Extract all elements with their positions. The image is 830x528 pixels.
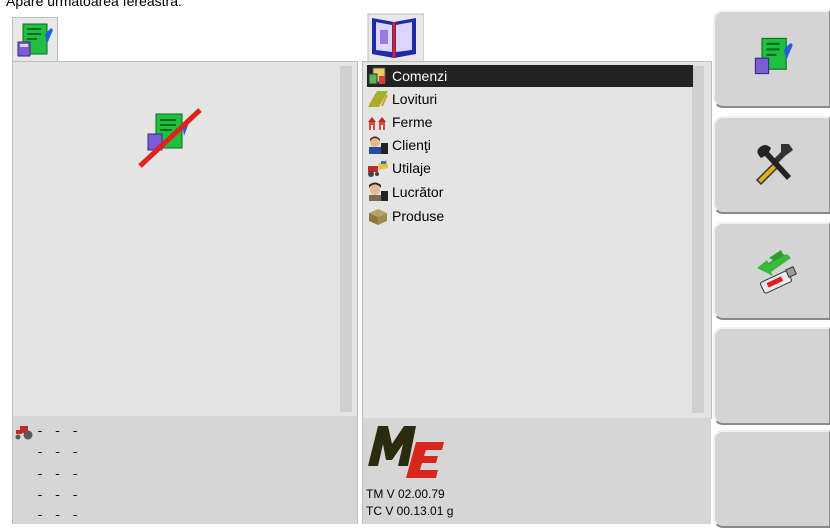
tm-version: TM V 02.00.79: [366, 487, 445, 501]
page-caption: Apare următoarea fereastră:: [6, 0, 182, 9]
list-item-label: Ferme: [392, 114, 433, 130]
softkey-settings[interactable]: [713, 116, 830, 214]
tractor-icon: [15, 426, 33, 440]
status-row: - - -: [36, 445, 81, 460]
softkey-empty[interactable]: [713, 430, 830, 528]
softkey-task-data[interactable]: [713, 10, 830, 108]
tab-base-data[interactable]: [364, 10, 425, 63]
job-data-icon: [754, 37, 793, 75]
tab-task-data[interactable]: [12, 17, 58, 62]
status-row: - - -: [36, 508, 81, 523]
book-icon: [367, 13, 425, 63]
softkey-empty[interactable]: [713, 327, 830, 425]
list-item-utilaje[interactable]: Utilaje: [367, 157, 693, 179]
left-scrollbar[interactable]: [340, 66, 352, 412]
no-task-icon: [138, 108, 202, 168]
worker-icon: [369, 182, 388, 201]
list-item-clienti[interactable]: Clienţi: [367, 134, 693, 156]
list-item-lovituri[interactable]: Lovituri: [367, 88, 693, 110]
status-row: - - -: [36, 488, 81, 503]
product-icon: [369, 209, 387, 225]
list-item-label: Lucrător: [392, 184, 444, 200]
list-item-label: Lovituri: [392, 91, 438, 107]
status-row: - - -: [36, 467, 81, 482]
machinery-icon: [368, 160, 388, 177]
tc-version: TC V 00.13.01 g: [366, 504, 454, 518]
list-item-label: Produse: [392, 208, 445, 224]
usb-export-icon: [757, 250, 797, 294]
me-logo: [368, 426, 444, 478]
job-data-icon: [17, 23, 53, 57]
list-item-label: Clienţi: [392, 137, 431, 153]
list-item-ferme[interactable]: Ferme: [367, 111, 693, 133]
customer-icon: [369, 136, 388, 154]
farm-icon: [368, 117, 386, 130]
list-item-produse[interactable]: Produse: [367, 205, 693, 227]
list-item-comenzi[interactable]: Comenzi: [367, 65, 693, 87]
list-item-label: Comenzi: [392, 68, 448, 84]
status-row: - - -: [36, 424, 81, 439]
field-icon: [368, 91, 388, 107]
list-item-lucrator[interactable]: Lucrător: [367, 181, 693, 203]
list-scrollbar[interactable]: [692, 66, 704, 413]
settings-tools-icon: [755, 144, 793, 186]
softkey-usb-export[interactable]: [713, 222, 830, 320]
list-item-label: Utilaje: [392, 160, 431, 176]
orders-icon: [368, 67, 386, 85]
